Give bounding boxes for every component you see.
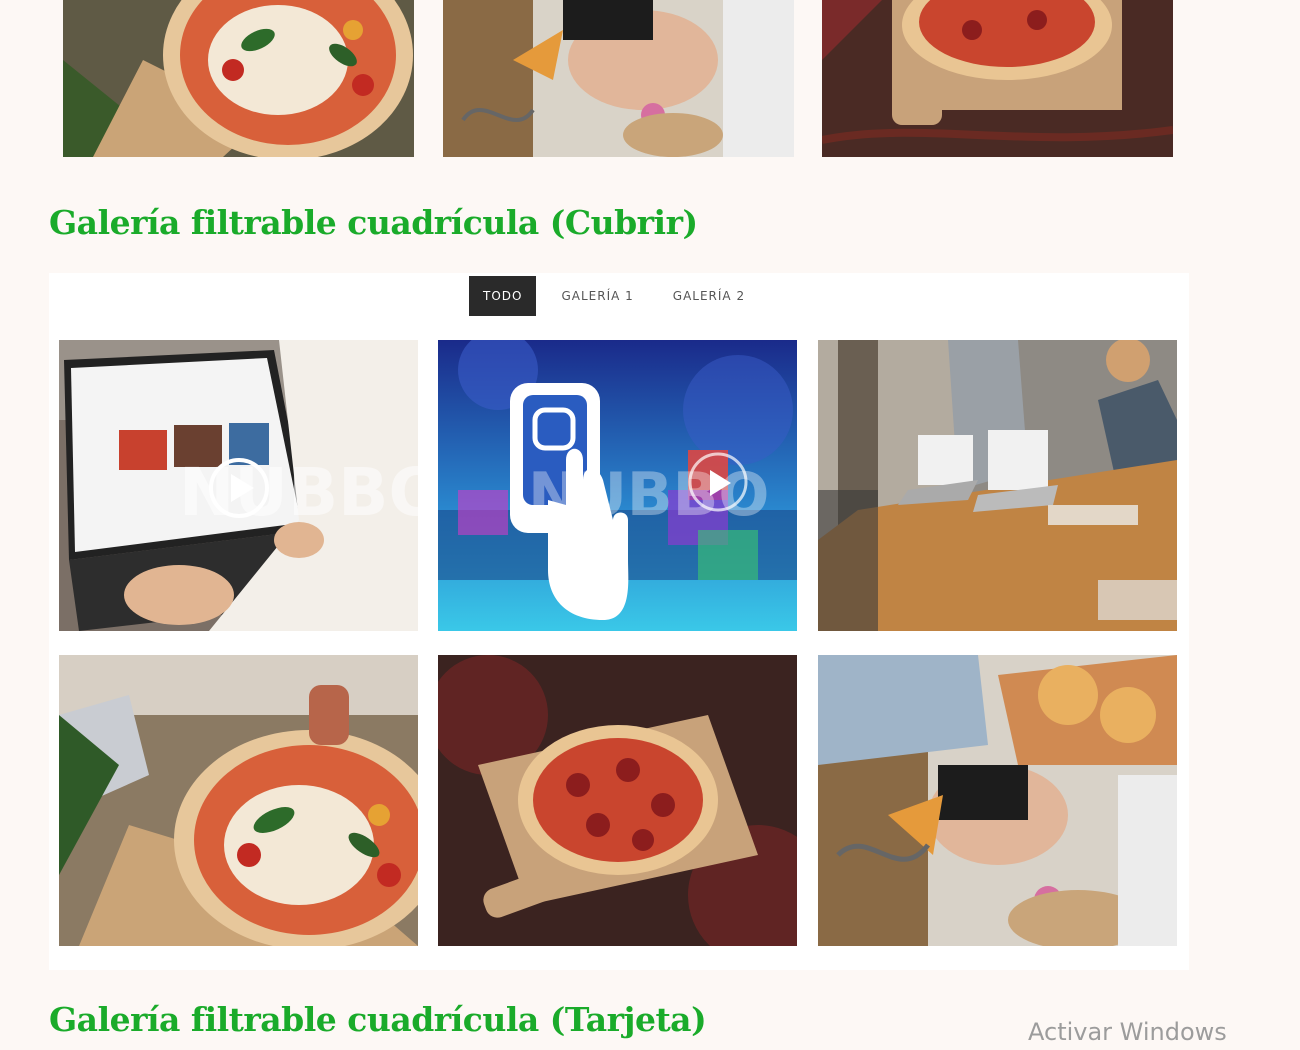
gallery-item-pizza[interactable] (59, 655, 418, 946)
filter-tabs: TODO GALERÍA 1 GALERÍA 2 (469, 276, 770, 316)
svg-text:NUBBO: NUBBO (179, 454, 418, 531)
gallery-item-social-video[interactable]: NUBBO (438, 340, 797, 631)
gallery-image-pizza-top[interactable] (63, 0, 414, 157)
windows-activation-watermark: Activar Windows (1028, 1018, 1227, 1046)
filter-tab-galeria-1[interactable]: GALERÍA 1 (547, 276, 647, 316)
gallery-item-pizza-board[interactable] (438, 655, 797, 946)
section-heading-card: Galería filtrable cuadrícula (Tarjeta) (49, 1000, 707, 1039)
gallery-item-laptop-video[interactable]: NUBBO (59, 340, 418, 631)
gallery-item-woman-pizza[interactable] (818, 655, 1177, 946)
gallery-item-office-meeting[interactable] (818, 340, 1177, 631)
filter-tab-galeria-2[interactable]: GALERÍA 2 (659, 276, 759, 316)
gallery-image-pizza-board-top[interactable] (822, 0, 1173, 157)
filterable-gallery-cover: TODO GALERÍA 1 GALERÍA 2 NUBBO NUBBO (49, 273, 1189, 970)
gallery-image-woman-pizza-top[interactable] (443, 0, 794, 157)
svg-text:NUBBO: NUBBO (528, 460, 769, 530)
section-heading-cover: Galería filtrable cuadrícula (Cubrir) (49, 203, 698, 242)
filter-tab-todo[interactable]: TODO (469, 276, 537, 316)
previous-gallery-row (63, 0, 1173, 157)
